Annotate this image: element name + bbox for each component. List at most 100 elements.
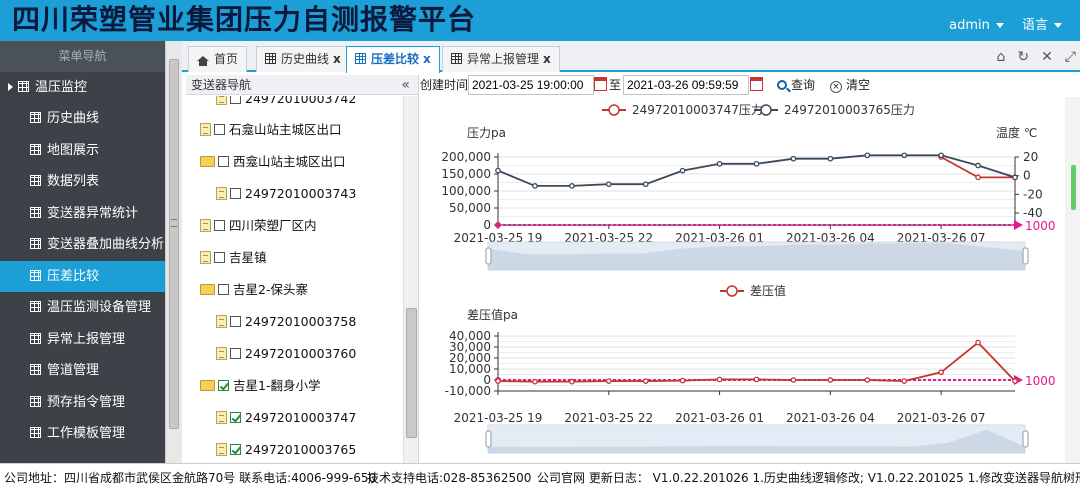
transmitter-tree-panel: 变送器导航 « 24972010003742 石龛山站主城区出口 西龛山站主城区出口… bbox=[186, 75, 419, 463]
calendar-icon[interactable] bbox=[594, 77, 607, 91]
close-icon[interactable]: ✕ bbox=[1041, 49, 1053, 65]
sidebar-item-label: 历史曲线 bbox=[47, 111, 100, 126]
scrollbar-thumb[interactable] bbox=[406, 308, 417, 438]
sidebar-item[interactable]: 预存指令管理 bbox=[0, 387, 165, 419]
scrollbar-thumb[interactable] bbox=[1071, 165, 1076, 210]
checkbox[interactable] bbox=[230, 188, 241, 199]
legend-label: 24972010003747压力 bbox=[632, 103, 763, 117]
tab-exception-report[interactable]: 异常上报管理 x bbox=[442, 46, 560, 72]
y-axis-label: 压力pa bbox=[467, 126, 506, 140]
data-point bbox=[790, 155, 797, 162]
close-icon[interactable]: x bbox=[543, 52, 551, 66]
start-time-input[interactable] bbox=[468, 75, 594, 95]
checkbox[interactable] bbox=[218, 284, 229, 295]
grid-icon bbox=[30, 301, 41, 312]
language-menu[interactable]: 语言 bbox=[1022, 18, 1048, 33]
tab-home[interactable]: 首页 bbox=[188, 46, 248, 72]
username[interactable]: admin bbox=[949, 18, 990, 33]
checkbox[interactable] bbox=[230, 96, 241, 104]
data-point bbox=[642, 181, 649, 188]
sidebar-item[interactable]: 变送器异常统计 bbox=[0, 198, 165, 230]
clear-button[interactable]: × 清空 bbox=[830, 75, 870, 96]
checkbox[interactable] bbox=[214, 220, 225, 231]
checkbox[interactable] bbox=[214, 124, 225, 135]
sidebar-item-label: 工作模板管理 bbox=[47, 426, 126, 441]
end-time-input[interactable] bbox=[623, 75, 749, 95]
grid-icon bbox=[30, 395, 41, 407]
tree-node[interactable]: 石龛山站主城区出口 bbox=[200, 120, 342, 140]
y-tick-label: 0 bbox=[483, 218, 491, 232]
chevron-down-icon[interactable] bbox=[995, 23, 1004, 28]
refresh-icon[interactable]: ↻ bbox=[1017, 49, 1029, 65]
tree-node[interactable]: 24972010003760 bbox=[216, 344, 356, 364]
home-icon[interactable]: ⌂ bbox=[996, 49, 1005, 65]
tree-node[interactable]: 四川荣塑厂区内 bbox=[200, 216, 317, 236]
query-toolbar: 创建时间: 至 查询 × 清空 bbox=[420, 75, 1080, 96]
tree-node[interactable]: 吉星镇 bbox=[200, 248, 267, 268]
tree-node[interactable]: 24972010003765 bbox=[216, 440, 356, 460]
data-point bbox=[901, 378, 908, 384]
sidebar-item[interactable]: 历史曲线 bbox=[0, 103, 165, 135]
checkbox[interactable] bbox=[230, 412, 241, 423]
fullscreen-icon[interactable]: ⤢ bbox=[1065, 49, 1076, 65]
tree-folder-node[interactable]: 西龛山站主城区出口 bbox=[200, 152, 346, 172]
chevron-down-icon[interactable] bbox=[1054, 23, 1062, 28]
y2-tick-label: 0 bbox=[1023, 169, 1031, 183]
sidebar-group-temp-pressure[interactable]: 温压监控 bbox=[0, 72, 165, 103]
grid-icon bbox=[30, 332, 41, 344]
sidebar-item-label: 管道管理 bbox=[47, 363, 100, 378]
zoom-slider-handle bbox=[1022, 430, 1029, 448]
scrollbar-thumb[interactable] bbox=[169, 59, 179, 429]
x-tick-label: 2021-03-26 04 bbox=[786, 411, 875, 425]
zoom-slider-handle bbox=[485, 247, 492, 265]
data-point bbox=[605, 181, 612, 188]
tree-node[interactable]: 24972010003758 bbox=[216, 312, 356, 332]
data-point bbox=[753, 376, 760, 383]
checkbox[interactable] bbox=[230, 444, 241, 455]
close-icon[interactable]: x bbox=[423, 52, 431, 66]
user-menu[interactable]: admin 语言 bbox=[943, 14, 1062, 33]
tab-label: 异常上报管理 bbox=[467, 52, 540, 66]
data-point bbox=[495, 378, 501, 384]
tree-scrollbar[interactable] bbox=[403, 96, 418, 463]
tab-pressure-compare[interactable]: 压差比较 x bbox=[346, 46, 440, 73]
sidebar-item[interactable]: 压差比较 bbox=[0, 260, 165, 292]
search-icon bbox=[777, 80, 787, 90]
page-scrollbar[interactable] bbox=[1065, 97, 1080, 463]
search-button[interactable]: 查询 bbox=[777, 75, 815, 96]
tree-expand-icon[interactable] bbox=[8, 83, 13, 91]
checkbox[interactable] bbox=[218, 156, 229, 167]
checkbox[interactable] bbox=[214, 252, 225, 263]
data-point bbox=[827, 377, 834, 383]
folder-icon bbox=[200, 156, 215, 167]
sidebar-item[interactable]: 温压监测设备管理 bbox=[0, 292, 165, 324]
tree-node[interactable]: 24972010003747 bbox=[216, 408, 356, 428]
file-icon bbox=[216, 187, 227, 200]
data-point bbox=[716, 160, 723, 167]
close-icon[interactable]: x bbox=[333, 52, 341, 66]
collapse-left-icon[interactable]: « bbox=[401, 75, 410, 95]
sidebar-item[interactable]: 变送器叠加曲线分析 bbox=[0, 229, 165, 261]
tree-folder-node[interactable]: 吉星1-翻身小学 bbox=[200, 376, 320, 396]
sidebar-item[interactable]: 地图展示 bbox=[0, 135, 165, 167]
checkbox[interactable] bbox=[218, 380, 229, 391]
tree-folder-node[interactable]: 吉星2-保头寨 bbox=[200, 280, 308, 300]
file-icon bbox=[216, 347, 227, 360]
checkbox[interactable] bbox=[230, 316, 241, 327]
sidebar-item[interactable]: 异常上报管理 bbox=[0, 324, 165, 356]
file-icon bbox=[200, 123, 211, 136]
file-icon bbox=[216, 96, 227, 105]
sidebar-item[interactable]: 工作模板管理 bbox=[0, 418, 165, 450]
checkbox[interactable] bbox=[230, 348, 241, 359]
tree-node[interactable]: 24972010003742 bbox=[216, 96, 356, 109]
zoom-slider-handle bbox=[485, 430, 492, 448]
sidebar-item[interactable]: 数据列表 bbox=[0, 166, 165, 198]
sidebar-scrollbar[interactable] bbox=[165, 41, 182, 463]
legend-label: 差压值 bbox=[750, 283, 786, 298]
calendar-icon[interactable] bbox=[750, 77, 763, 91]
tab-history-curve[interactable]: 历史曲线 x bbox=[256, 46, 350, 72]
tree-node[interactable]: 24972010003743 bbox=[216, 184, 356, 204]
tree-node-label: 24972010003747 bbox=[245, 410, 357, 425]
y2-tick-label: -40 bbox=[1023, 206, 1043, 220]
sidebar-item[interactable]: 管道管理 bbox=[0, 355, 165, 387]
